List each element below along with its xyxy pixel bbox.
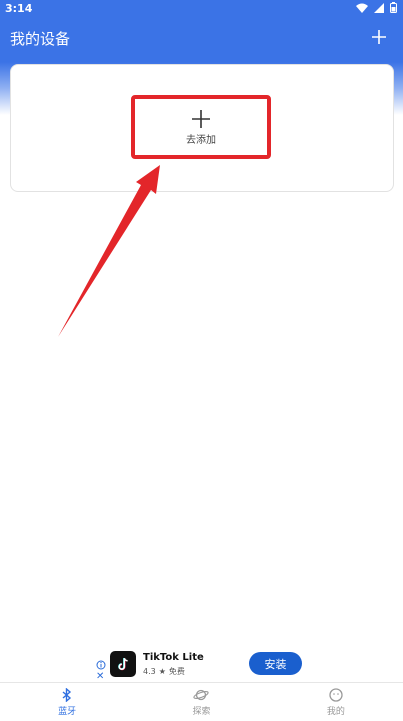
nav-label-bluetooth: 蓝牙 (58, 706, 77, 717)
install-button[interactable]: 安装 (249, 652, 302, 675)
ad-price: 免费 (168, 667, 185, 676)
info-icon[interactable] (96, 660, 106, 670)
bottom-nav: 蓝牙 探索 我的 (0, 682, 403, 721)
ad-rating: 4.3 (143, 667, 156, 676)
ad-app-name: TikTok Lite (143, 652, 204, 663)
nav-label-explore: 探索 (192, 706, 211, 717)
nav-item-mine[interactable]: 我的 (269, 683, 403, 721)
nav-label-mine: 我的 (326, 706, 345, 717)
ad-meta: 4.3 ★ 免费 (143, 666, 185, 677)
tiktok-logo (110, 651, 136, 677)
close-icon[interactable]: ✕ (96, 672, 104, 682)
bluetooth-icon (62, 687, 72, 702)
planet-icon (193, 689, 210, 700)
nav-item-explore[interactable]: 探索 (134, 683, 268, 721)
face-icon (329, 687, 343, 702)
ad-banner[interactable]: ✕ TikTok Lite 4.3 ★ 免费 安装 (0, 648, 403, 682)
tiktok-note-icon (118, 657, 128, 671)
nav-item-bluetooth[interactable]: 蓝牙 (0, 683, 134, 721)
star-icon: ★ (158, 667, 166, 676)
annotation-arrow (58, 165, 160, 337)
